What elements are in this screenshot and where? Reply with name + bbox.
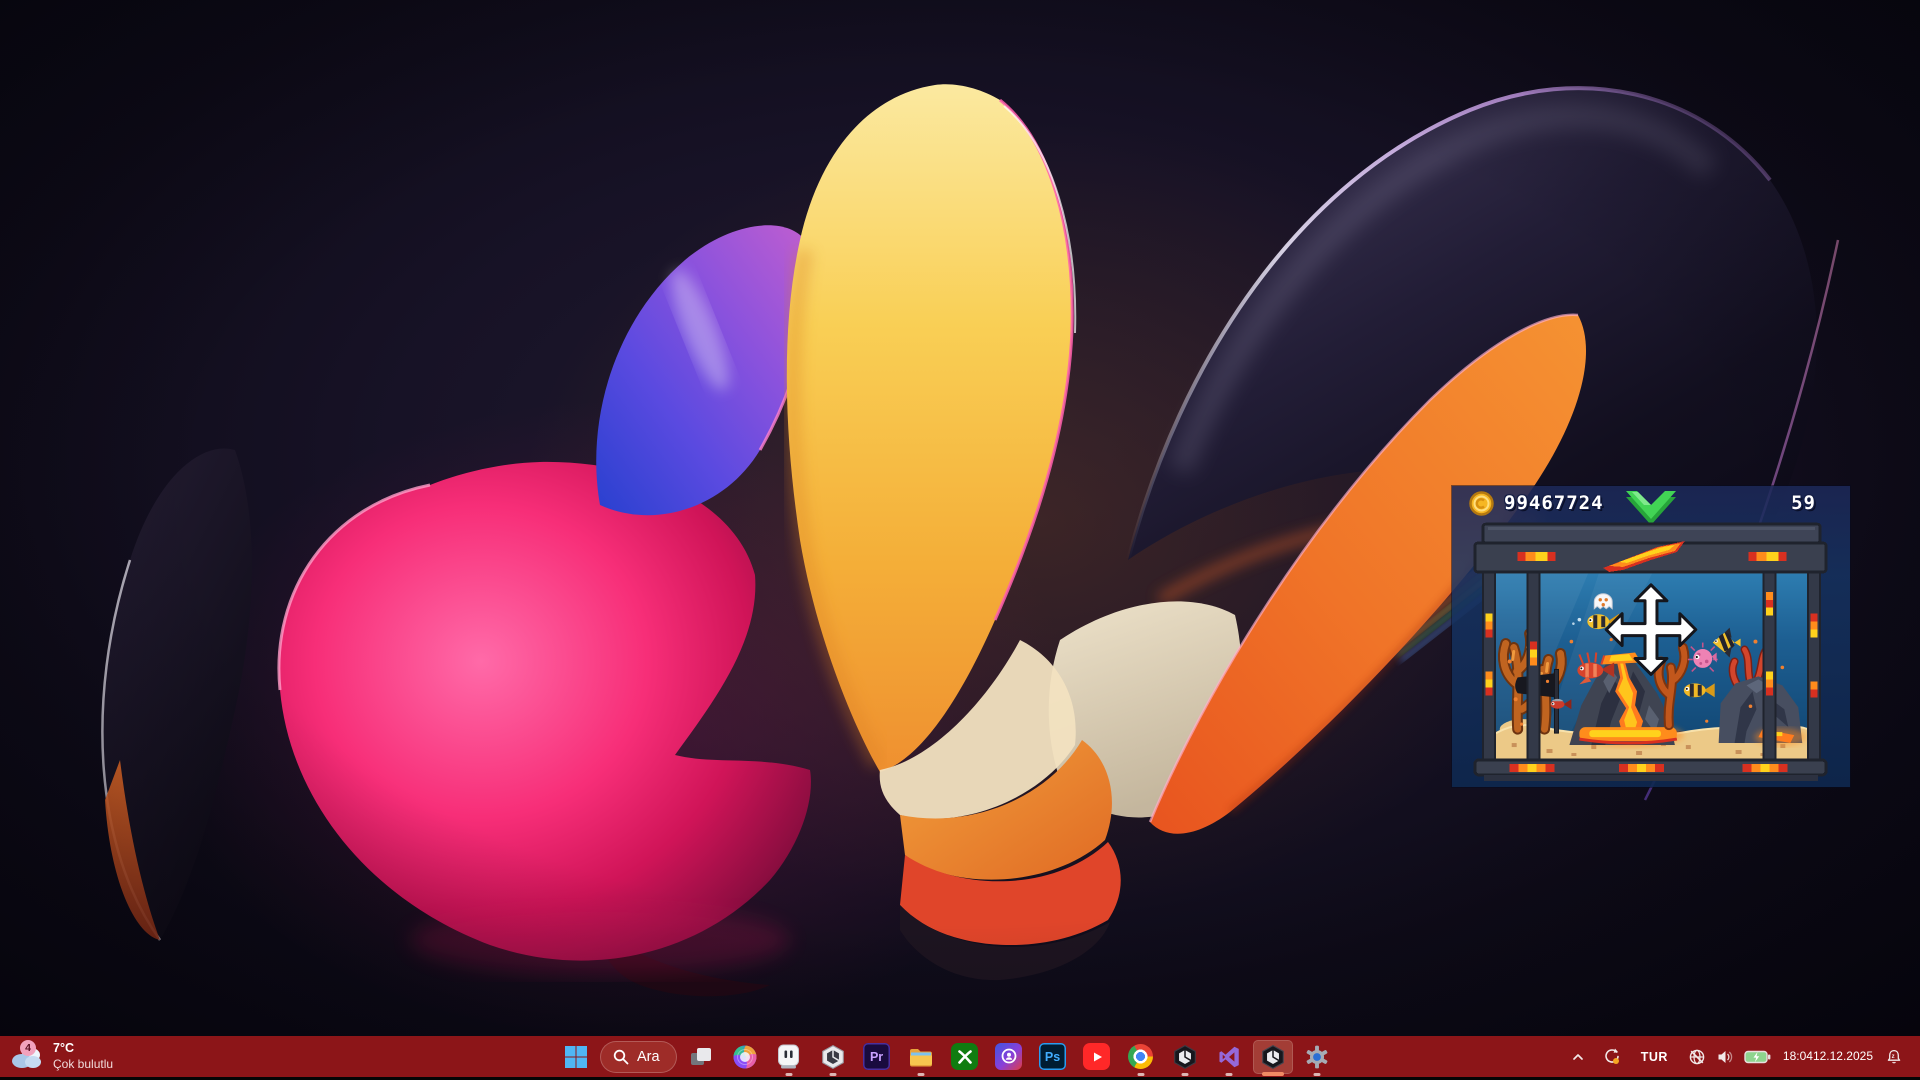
svg-text:z: z <box>1892 1053 1895 1059</box>
chrome-icon <box>1128 1044 1154 1069</box>
unity-cube-dark-icon <box>1173 1044 1196 1069</box>
photoshop-icon: Ps <box>1039 1043 1067 1070</box>
aquarium-widget-header: 99467724 59 <box>1452 486 1850 525</box>
tray-clock[interactable]: 18:04 12.12.2025 <box>1776 1040 1880 1074</box>
unity-editor-button-active[interactable] <box>1252 1039 1293 1074</box>
weather-widget[interactable]: 4 7°C Çok bulutlu <box>10 1036 113 1077</box>
visual-studio-icon <box>1219 1046 1239 1067</box>
ghost-emote <box>1593 593 1613 610</box>
aquarium-tank[interactable] <box>1452 522 1850 787</box>
task-view-icon <box>690 1047 711 1065</box>
coins-value: 99467724 <box>1504 492 1604 514</box>
system-tray: TUR 18:04 12.12.2025 z <box>1565 1036 1908 1077</box>
tray-language-indicator[interactable]: TUR <box>1632 1040 1677 1074</box>
xbox-button[interactable] <box>945 1040 985 1074</box>
premiere-pro-icon: Pr <box>863 1043 891 1070</box>
tray-sync-button[interactable] <box>1597 1040 1626 1074</box>
tank-base <box>1473 758 1828 781</box>
premiere-pro-button[interactable]: Pr <box>857 1040 897 1074</box>
task-view-button[interactable] <box>681 1040 721 1074</box>
unity-cube-gray-icon <box>821 1044 844 1069</box>
weather-temperature: 7°C <box>53 1041 74 1056</box>
weather-condition: Çok bulutlu <box>53 1056 114 1071</box>
search-placeholder: Ara <box>637 1048 660 1065</box>
pixel-pet-app-button[interactable] <box>769 1040 809 1074</box>
tray-notifications-button[interactable]: z <box>1880 1040 1908 1074</box>
search-box[interactable]: Ara <box>600 1040 677 1073</box>
xbox-icon <box>951 1043 979 1070</box>
folder-icon <box>909 1048 932 1066</box>
search-icon <box>613 1049 629 1064</box>
tray-battery-button[interactable] <box>1739 1040 1776 1074</box>
fish-counter-value: 59 <box>1791 492 1816 514</box>
coin-icon <box>1469 491 1494 516</box>
tray-time: 18:04 <box>1782 1049 1813 1064</box>
tank-hood <box>1473 522 1828 574</box>
sync-pending-icon <box>1605 1048 1619 1064</box>
unity-cube-active-icon <box>1261 1044 1284 1069</box>
visual-studio-button[interactable] <box>1209 1040 1249 1074</box>
people-app-icon <box>995 1043 1023 1070</box>
unity-gray-app-button[interactable] <box>813 1040 853 1074</box>
settings-button[interactable] <box>1297 1040 1337 1074</box>
weather-alert-badge: 4 <box>20 1039 36 1056</box>
chrome-button[interactable] <box>1121 1040 1161 1074</box>
file-explorer-button[interactable] <box>901 1040 941 1074</box>
tray-volume-button[interactable] <box>1711 1040 1739 1074</box>
tray-date: 12.12.2025 <box>1812 1049 1873 1064</box>
battery-charging-icon <box>1744 1050 1771 1063</box>
windows-logo-icon <box>565 1045 587 1068</box>
taskbar: 4 7°C Çok bulutlu Ara Pr Ps TUR 18:04 12… <box>0 1036 1920 1077</box>
photoshop-button[interactable]: Ps <box>1033 1040 1073 1074</box>
start-button[interactable] <box>556 1040 596 1074</box>
youtube-button[interactable] <box>1077 1040 1117 1074</box>
settings-gear-icon <box>1306 1045 1327 1068</box>
aquarium-widget[interactable]: 99467724 59 <box>1452 486 1850 787</box>
pixel-pet-icon <box>778 1044 800 1069</box>
tray-network-button[interactable] <box>1683 1040 1711 1074</box>
unity-hub-button[interactable] <box>1165 1040 1205 1074</box>
speaker-icon <box>1718 1050 1733 1063</box>
tray-show-hidden-button[interactable] <box>1565 1040 1591 1074</box>
bell-dnd-icon: z <box>1887 1049 1901 1063</box>
copilot-button[interactable] <box>725 1040 765 1074</box>
taskbar-center: Ara Pr Ps <box>556 1036 1337 1077</box>
chevron-up-icon <box>1572 1053 1583 1060</box>
desktop: 99467724 59 4 7°C Çok bulutlu Ara Pr Ps … <box>0 0 1920 1080</box>
youtube-icon <box>1083 1043 1111 1070</box>
globe-no-internet-icon <box>1689 1049 1705 1064</box>
copilot-icon <box>733 1045 757 1068</box>
people-app-button[interactable] <box>989 1040 1029 1074</box>
